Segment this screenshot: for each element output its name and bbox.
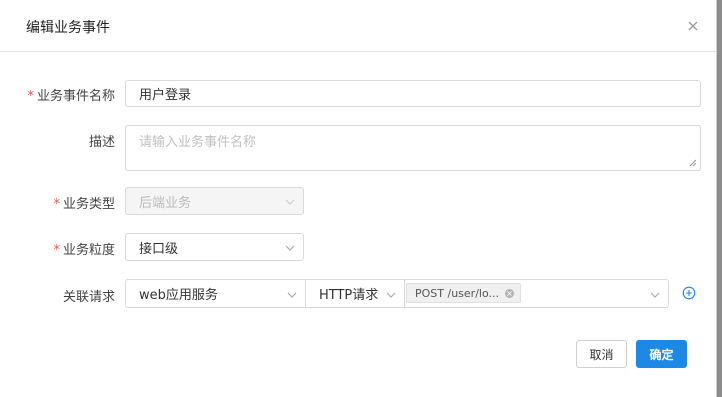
description-label-text: 描述 <box>88 135 115 150</box>
description-textarea[interactable]: 请输入业务事件名称 <box>125 125 701 171</box>
chevron-down-icon <box>386 292 396 298</box>
dialog-header: 编辑业务事件 <box>0 0 716 52</box>
granularity-label-text: 业务粒度 <box>62 243 115 258</box>
type-label-text: 业务类型 <box>62 197 115 212</box>
tag-remove-icon[interactable]: × <box>504 288 514 298</box>
chevron-down-icon <box>287 292 297 298</box>
service-select[interactable]: web应用服务 <box>125 279 306 308</box>
related-request-label: 关联请求 <box>0 286 115 305</box>
required-mark: * <box>53 243 60 258</box>
name-label: * 业务事件名称 <box>0 85 115 104</box>
request-tag-label: POST /user/lo... <box>415 286 499 300</box>
close-icon[interactable] <box>686 19 700 33</box>
related-request-label-text: 关联请求 <box>62 290 115 305</box>
add-circle-icon[interactable] <box>682 286 696 300</box>
edit-business-event-dialog: 编辑业务事件 * 业务事件名称 用户登录 描述 请输入业务事件名称 * 业务类型 后… <box>0 0 717 397</box>
service-select-value: web应用服务 <box>139 288 218 303</box>
chevron-down-icon <box>650 292 660 298</box>
chevron-down-icon <box>285 245 295 251</box>
type-select-value: 后端业务 <box>139 195 192 211</box>
protocol-select[interactable]: HTTP请求 <box>305 279 405 308</box>
chevron-down-icon <box>285 199 295 205</box>
dialog-title: 编辑业务事件 <box>26 20 110 36</box>
granularity-label: * 业务粒度 <box>0 239 115 258</box>
cancel-button[interactable]: 取消 <box>576 340 627 368</box>
protocol-select-value: HTTP请求 <box>319 288 379 303</box>
description-label: 描述 <box>0 131 115 150</box>
name-label-text: 业务事件名称 <box>36 89 115 104</box>
name-input-value: 用户登录 <box>139 88 192 103</box>
description-placeholder: 请输入业务事件名称 <box>139 135 257 150</box>
type-label: * 业务类型 <box>0 193 115 212</box>
resize-handle-icon[interactable] <box>689 159 696 166</box>
granularity-select-value: 接口级 <box>139 241 179 257</box>
request-tag: POST /user/lo... × <box>406 283 521 303</box>
required-mark: * <box>27 89 34 104</box>
type-select[interactable]: 后端业务 <box>125 187 304 215</box>
name-input[interactable]: 用户登录 <box>125 80 701 107</box>
ok-button[interactable]: 确定 <box>636 340 687 368</box>
granularity-select[interactable]: 接口级 <box>125 233 304 261</box>
required-mark: * <box>53 197 60 212</box>
